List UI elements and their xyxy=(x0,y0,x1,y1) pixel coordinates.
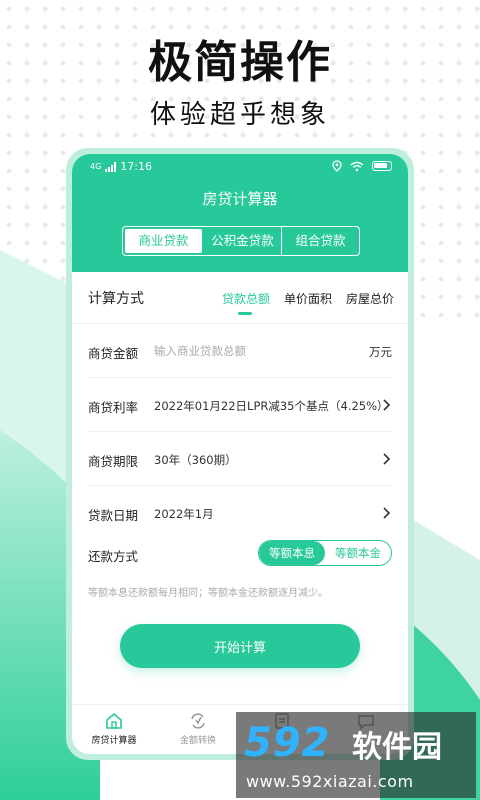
watermark-brand: 软件园 xyxy=(352,730,442,765)
exchange-icon xyxy=(191,713,205,729)
calc-option-house-total-price[interactable]: 房屋总价 xyxy=(346,290,394,307)
repayment-row: 还款方式 等额本息 等额本金 xyxy=(88,538,392,570)
watermark: 592 软件园 www.592xiazai.com xyxy=(236,712,476,798)
network-label: 4G xyxy=(90,162,102,171)
status-bar: 4G 17:16 xyxy=(72,158,408,176)
app-title: 房贷计算器 xyxy=(202,190,278,208)
chevron-right-icon xyxy=(383,453,391,465)
nav-label: 房贷计算器 xyxy=(91,736,137,746)
app-screen: 4G 17:16 房贷计算器 商业贷款 公积金贷款 组合贷款 计算方式 贷款总额… xyxy=(72,154,408,754)
house-icon xyxy=(106,712,122,729)
watermark-url: www.592xiazai.com xyxy=(246,772,414,791)
app-header: 4G 17:16 房贷计算器 商业贷款 公积金贷款 组合贷款 xyxy=(72,154,408,272)
rate-value: 2022年01月22日LPR减35个基点（4.25%） xyxy=(154,399,389,413)
start-calculation-button[interactable]: 开始计算 xyxy=(120,624,360,668)
nav-item-amount-conversion[interactable]: 金额转换 xyxy=(156,705,240,754)
rate-label: 商贷利率 xyxy=(88,400,139,415)
battery-icon xyxy=(372,161,392,171)
repayment-option-equal-principal[interactable]: 等额本金 xyxy=(325,541,391,565)
nav-item-mortgage-calculator[interactable]: 房贷计算器 xyxy=(72,705,156,754)
calc-method-label: 计算方式 xyxy=(88,291,144,307)
amount-unit: 万元 xyxy=(369,345,392,359)
repayment-toggle: 等额本息 等额本金 xyxy=(258,540,392,566)
amount-label: 商贷金额 xyxy=(88,346,139,361)
location-icon xyxy=(332,160,342,172)
form-row-date[interactable]: 贷款日期 2022年1月 xyxy=(88,486,392,540)
tab-provident-fund-loan[interactable]: 公积金贷款 xyxy=(204,227,282,255)
chevron-right-icon xyxy=(383,399,391,411)
date-label: 贷款日期 xyxy=(88,508,139,523)
form-row-amount: 商贷金额 万元 xyxy=(88,324,392,378)
form-row-rate[interactable]: 商贷利率 2022年01月22日LPR减35个基点（4.25%） xyxy=(88,378,392,432)
term-value: 30年（360期） xyxy=(154,453,237,467)
form-row-term[interactable]: 商贷期限 30年（360期） xyxy=(88,432,392,486)
hero-title: 极简操作 xyxy=(148,37,332,88)
phone-frame: 4G 17:16 房贷计算器 商业贷款 公积金贷款 组合贷款 计算方式 贷款总额… xyxy=(66,148,414,760)
loan-type-tabs: 商业贷款 公积金贷款 组合贷款 xyxy=(122,226,360,256)
signal-icon xyxy=(105,161,117,172)
nav-label: 金额转换 xyxy=(179,736,216,746)
repayment-label: 还款方式 xyxy=(88,549,139,564)
tab-combined-loan[interactable]: 组合贷款 xyxy=(282,227,359,255)
wifi-icon xyxy=(350,161,364,171)
amount-input[interactable] xyxy=(154,338,354,364)
date-value: 2022年1月 xyxy=(154,507,214,521)
status-time: 17:16 xyxy=(120,160,152,173)
repayment-note: 等额本息还款额每月相同；等额本金还款额逐月减少。 xyxy=(88,588,328,599)
hero-subtitle: 体验超乎想象 xyxy=(149,100,330,130)
watermark-logo: 592 xyxy=(244,720,331,766)
term-label: 商贷期限 xyxy=(88,454,139,469)
repayment-option-equal-installment[interactable]: 等额本息 xyxy=(259,541,325,565)
chevron-right-icon xyxy=(383,507,391,519)
active-option-indicator xyxy=(238,312,252,315)
tab-commercial-loan[interactable]: 商业贷款 xyxy=(125,229,202,253)
calc-option-unit-price-area[interactable]: 单价面积 xyxy=(284,290,332,307)
calc-option-total-loan[interactable]: 贷款总额 xyxy=(222,290,270,307)
calc-method-row: 计算方式 贷款总额 单价面积 房屋总价 xyxy=(72,272,408,324)
